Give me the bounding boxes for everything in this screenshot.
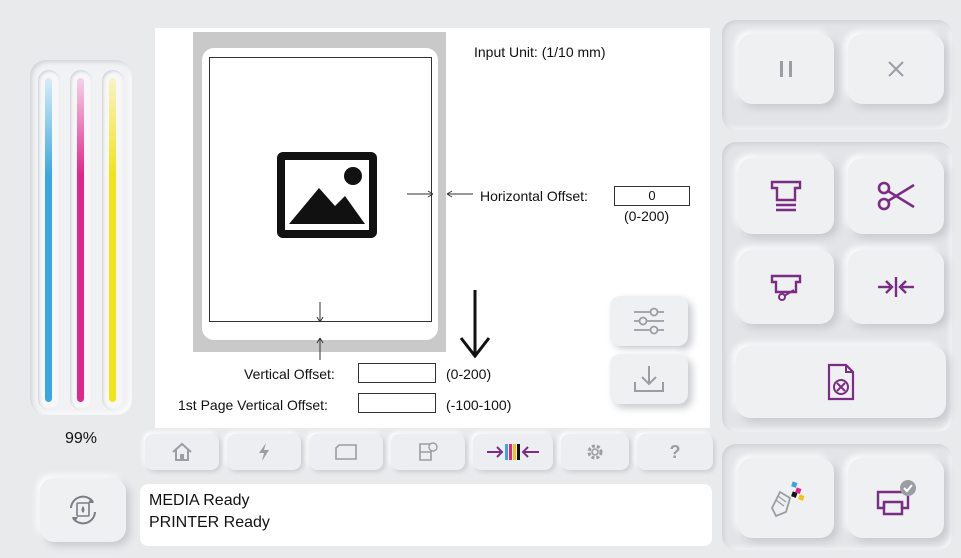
feed-and-cut-button[interactable] <box>738 250 834 324</box>
vertical-offset-arrows-icon <box>316 302 324 360</box>
magenta-ink-tube <box>70 70 92 410</box>
download-icon <box>634 366 664 392</box>
tab-calibration[interactable] <box>473 434 553 470</box>
ink-level-panel <box>30 60 132 415</box>
pause-button[interactable] <box>738 34 834 104</box>
align-icon <box>878 277 914 297</box>
calibration-icon <box>487 444 539 460</box>
status-panel: MEDIA Ready PRINTER Ready <box>140 484 712 546</box>
image-icon <box>277 152 377 238</box>
printer-status-button[interactable] <box>848 458 944 538</box>
tab-help[interactable]: ? <box>637 434 713 470</box>
media-status: MEDIA Ready <box>149 492 250 509</box>
printer-status: PRINTER Ready <box>149 514 270 531</box>
media-icon <box>335 444 357 460</box>
vertical-offset-label: Vertical Offset: <box>244 366 335 382</box>
printer-check-icon <box>876 480 916 516</box>
scissors-icon <box>877 181 915 211</box>
feed-cut-icon <box>770 274 802 301</box>
close-icon <box>888 61 904 77</box>
download-button[interactable] <box>610 354 688 404</box>
cancel-button[interactable] <box>848 34 944 104</box>
tab-quick-actions[interactable] <box>227 434 301 470</box>
tab-home[interactable] <box>145 434 219 470</box>
ink-level-percent: 99% <box>64 430 98 447</box>
clean-printhead-button[interactable] <box>738 458 834 538</box>
horizontal-offset-range: (0-200) <box>624 208 670 224</box>
tab-settings[interactable] <box>561 434 629 470</box>
sliders-icon <box>634 307 664 335</box>
cancel-job-button[interactable] <box>736 346 946 418</box>
ink-cycle-icon <box>70 495 96 525</box>
yellow-ink-tube <box>102 70 124 410</box>
cyan-ink-tube <box>38 70 60 410</box>
feed-direction-arrow-icon <box>459 290 491 359</box>
home-icon <box>172 442 192 461</box>
delete-file-icon <box>827 363 855 401</box>
printhead-icon <box>419 442 438 461</box>
cut-button[interactable] <box>848 158 944 234</box>
feed-icon <box>770 180 802 212</box>
gear-icon <box>587 444 603 460</box>
vertical-offset-range: (0-200) <box>446 366 492 382</box>
first-page-vertical-offset-range: (-100-100) <box>446 397 512 413</box>
tab-printhead[interactable] <box>391 434 465 470</box>
first-page-vertical-offset-input[interactable] <box>358 393 436 413</box>
tab-media[interactable] <box>309 434 383 470</box>
feed-button[interactable] <box>738 158 834 234</box>
first-page-vertical-offset-label: 1st Page Vertical Offset: <box>178 397 328 413</box>
vertical-offset-input[interactable] <box>358 363 436 383</box>
horizontal-offset-input[interactable]: 0 <box>614 186 690 206</box>
adjust-settings-button[interactable] <box>610 296 688 346</box>
input-unit-label: Input Unit: (1/10 mm) <box>474 44 606 60</box>
lightning-icon <box>259 443 269 461</box>
calibrate-button[interactable] <box>848 250 944 324</box>
help-icon: ? <box>669 441 681 462</box>
ink-refresh-button[interactable] <box>40 478 126 542</box>
cleaning-hand-icon <box>770 481 805 518</box>
horizontal-offset-label: Horizontal Offset: <box>480 188 588 204</box>
pause-icon <box>780 61 792 77</box>
horizontal-offset-arrows-icon <box>407 190 473 198</box>
